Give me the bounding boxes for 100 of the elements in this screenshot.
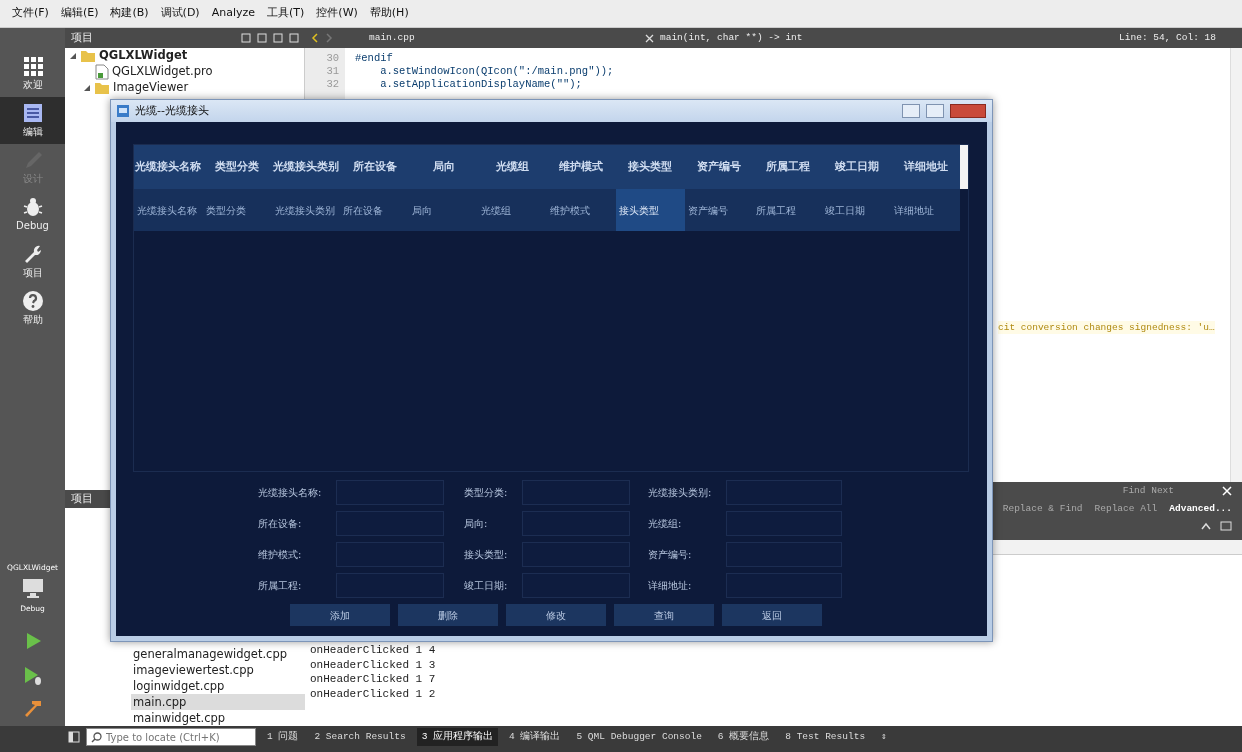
field-label: 所在设备: — [258, 517, 303, 531]
mode-button[interactable]: 编辑 — [0, 97, 65, 144]
mode-button[interactable]: 帮助 — [0, 285, 65, 332]
menu-item[interactable]: Analyze — [207, 3, 260, 24]
tree-item[interactable]: ImageViewer — [113, 79, 189, 97]
input-field[interactable] — [726, 542, 842, 567]
column-header[interactable]: 接头类型 — [615, 145, 685, 189]
table-cell[interactable]: 光缆组 — [478, 189, 547, 231]
output-tab[interactable]: 2 Search Results — [309, 727, 411, 747]
close-icon[interactable] — [645, 33, 654, 43]
output-line: onHeaderClicked 1 4 — [310, 643, 437, 658]
function-selector[interactable]: main(int, char **) -> int — [660, 30, 1114, 46]
column-header[interactable]: 维护模式 — [546, 145, 616, 189]
table-cell[interactable]: 光缆接头类别 — [271, 189, 341, 231]
table-cell[interactable]: 所属工程 — [753, 189, 823, 231]
file-item[interactable]: imageviewertest.cpp — [131, 662, 305, 678]
column-header[interactable]: 详细地址 — [891, 145, 960, 189]
expanded-arrow-icon[interactable] — [83, 84, 91, 92]
tree-item[interactable]: QGLXLWidget.pro — [112, 63, 213, 81]
scrollbar[interactable] — [1230, 48, 1242, 482]
table-cell[interactable]: 维护模式 — [546, 189, 616, 231]
table-cell[interactable]: 接头类型 — [615, 189, 685, 231]
action-button[interactable]: 删除 — [398, 604, 498, 626]
table-cell[interactable]: 详细地址 — [891, 189, 960, 231]
action-button[interactable]: 修改 — [506, 604, 606, 626]
file-item[interactable]: generalmanagewidget.cpp — [131, 646, 305, 662]
close-button[interactable] — [950, 104, 986, 118]
input-field[interactable] — [336, 480, 444, 505]
input-field[interactable] — [726, 573, 842, 598]
column-header[interactable]: 类型分类 — [202, 145, 272, 189]
column-header[interactable]: 光缆接头类别 — [271, 145, 341, 189]
maximize-button[interactable] — [926, 104, 944, 118]
forward-icon[interactable] — [325, 33, 333, 43]
minimize-button[interactable] — [902, 104, 920, 118]
input-field[interactable] — [726, 511, 842, 536]
action-button[interactable]: 返回 — [722, 604, 822, 626]
input-field[interactable] — [522, 542, 630, 567]
sidebar-toggle-icon[interactable] — [68, 731, 80, 743]
table-cell[interactable]: 类型分类 — [202, 189, 272, 231]
code-line: a.setWindowIcon(QIcon(":/main.png")); — [379, 65, 615, 78]
table-cell[interactable]: 资产编号 — [684, 189, 754, 231]
mode-button[interactable]: 项目 — [0, 238, 65, 285]
field-label: 维护模式: — [258, 548, 303, 562]
file-item[interactable]: main.cpp — [131, 694, 305, 710]
output-tab[interactable]: 1 问题 — [262, 727, 304, 747]
input-field[interactable] — [336, 542, 444, 567]
file-selector[interactable]: main.cpp — [339, 30, 639, 46]
output-tab[interactable]: 3 应用程序输出 — [416, 727, 499, 747]
mode-button[interactable]: Debug — [0, 191, 65, 238]
menu-item[interactable]: 编辑(E) — [56, 3, 103, 24]
table-cell[interactable]: 竣工日期 — [822, 189, 892, 231]
restore-icon[interactable] — [1220, 520, 1232, 531]
input-field[interactable] — [336, 511, 444, 536]
column-header[interactable]: 所属工程 — [753, 145, 823, 189]
file-item[interactable]: mainwidget.cpp — [131, 710, 305, 726]
output-tab[interactable]: 8 Test Results — [780, 727, 871, 747]
chevron-up-icon[interactable] — [1200, 520, 1212, 531]
app-icon — [117, 105, 129, 117]
panel-toggle-button[interactable]: ⇕ — [876, 727, 892, 747]
menu-item[interactable]: 调试(D) — [156, 3, 204, 24]
input-field[interactable] — [522, 573, 630, 598]
menu-item[interactable]: 工具(T) — [263, 3, 309, 24]
table-cell[interactable]: 局向 — [409, 189, 479, 231]
column-header[interactable]: 光缆接头名称 — [134, 145, 203, 189]
field-label: 光缆组: — [648, 517, 683, 531]
field-label: 局向: — [464, 517, 489, 531]
action-button[interactable]: 添加 — [290, 604, 390, 626]
cursor-position: Line: 54, Col: 18 — [1119, 30, 1216, 45]
expanded-arrow-icon[interactable] — [69, 52, 77, 60]
find-next-button[interactable]: Find Next — [1122, 484, 1174, 499]
table-cell[interactable]: 光缆接头名称 — [134, 189, 203, 231]
input-field[interactable] — [522, 480, 630, 505]
table-cell[interactable]: 所在设备 — [340, 189, 410, 231]
locate-field[interactable]: Type to locate (Ctrl+K) — [86, 728, 256, 746]
column-header[interactable]: 所在设备 — [340, 145, 410, 189]
menu-item[interactable]: 文件(F) — [8, 3, 53, 24]
output-tab[interactable]: 5 QML Debugger Console — [571, 727, 707, 747]
project-name[interactable]: QGLXLWidget — [99, 47, 188, 65]
find-action-button[interactable]: Advanced... — [1169, 502, 1232, 517]
file-item[interactable]: loginwidget.cpp — [131, 678, 305, 694]
input-field[interactable] — [336, 573, 444, 598]
column-header[interactable]: 光缆组 — [478, 145, 547, 189]
column-header[interactable]: 竣工日期 — [822, 145, 892, 189]
output-tab[interactable]: 4 编译输出 — [504, 727, 566, 747]
column-header[interactable]: 局向 — [409, 145, 479, 189]
menu-item[interactable]: 帮助(H) — [365, 3, 413, 24]
field-label: 竣工日期: — [464, 579, 509, 593]
find-action-button[interactable]: Replace & Find — [1002, 502, 1083, 517]
find-action-button[interactable]: Replace All — [1094, 502, 1158, 517]
column-header[interactable]: 资产编号 — [684, 145, 754, 189]
input-field[interactable] — [522, 511, 630, 536]
action-button[interactable]: 查询 — [614, 604, 714, 626]
back-icon[interactable] — [311, 33, 319, 43]
document-icon — [21, 102, 44, 124]
scrollbar[interactable] — [960, 145, 968, 189]
output-tab[interactable]: 6 概要信息 — [712, 727, 775, 747]
menu-item[interactable]: 构建(B) — [106, 3, 153, 24]
input-field[interactable] — [726, 480, 842, 505]
menu-item[interactable]: 控件(W) — [312, 3, 362, 24]
mode-button[interactable]: 欢迎 — [0, 50, 65, 97]
